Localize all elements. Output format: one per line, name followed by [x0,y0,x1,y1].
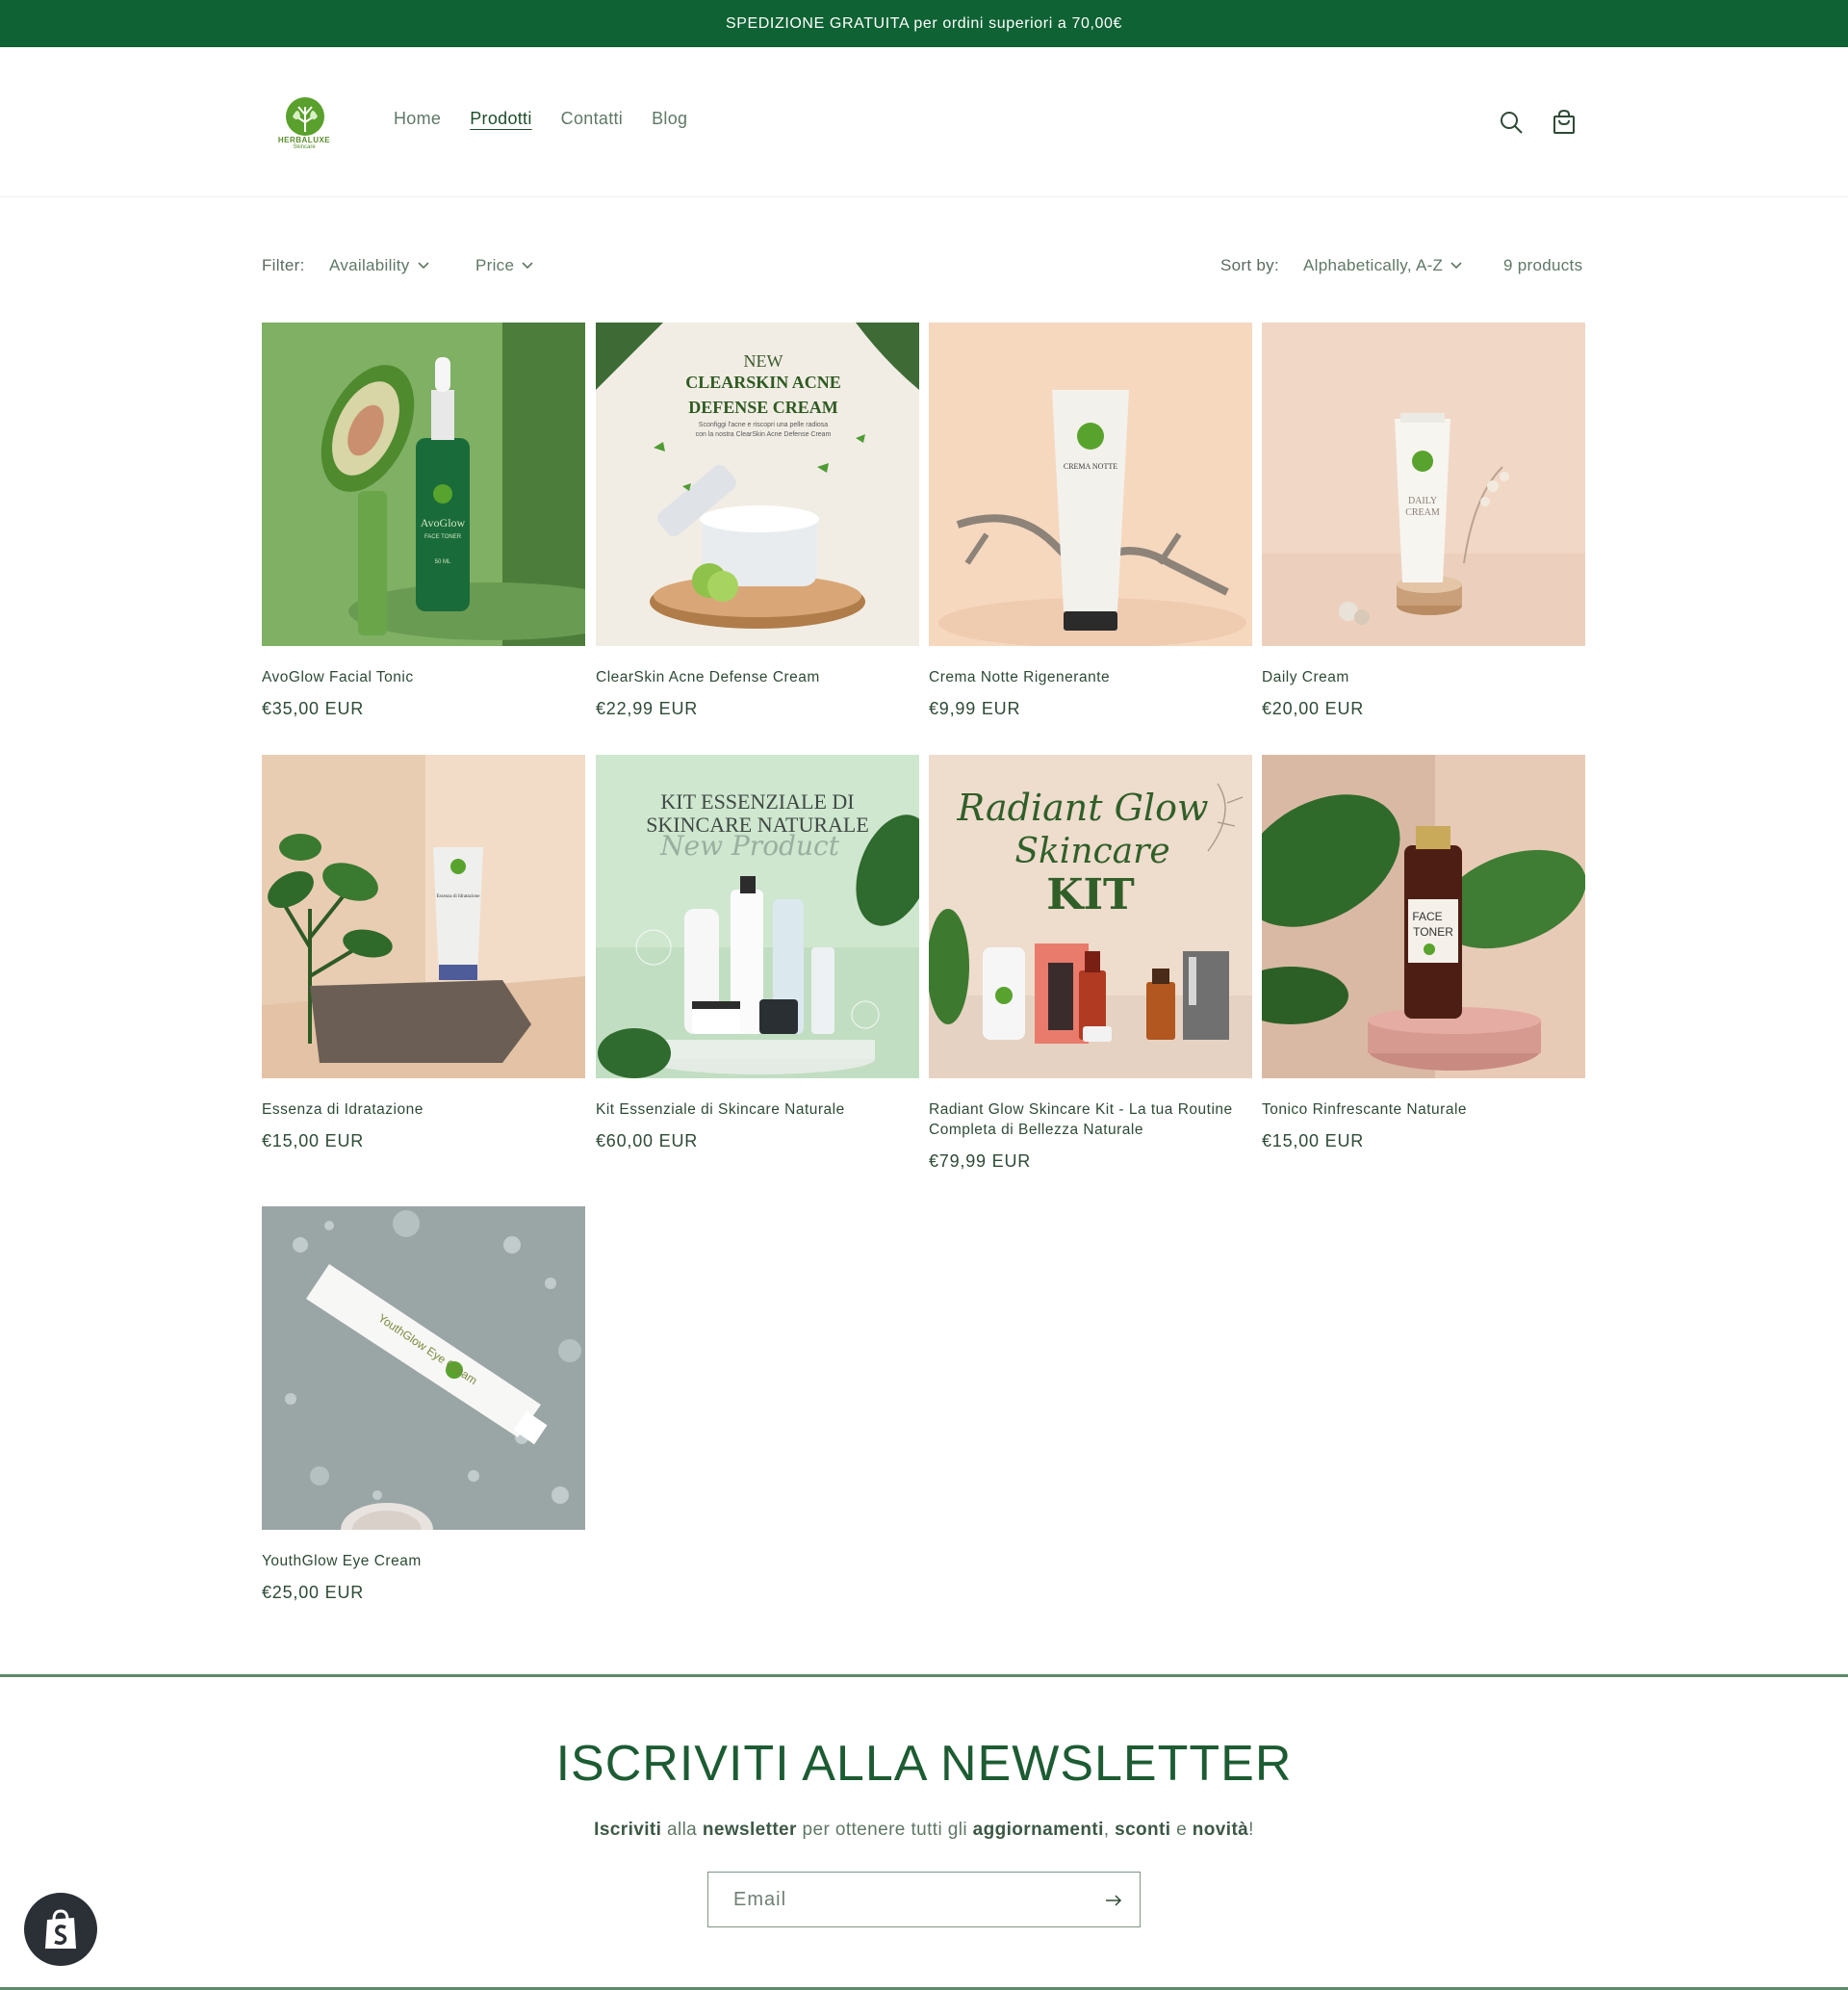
product-price: €22,99 EUR [596,699,699,718]
svg-text:TONER: TONER [1413,925,1453,939]
logo-subtext: Skincare [293,144,316,150]
svg-text:KIT ESSENZIALE DI: KIT ESSENZIALE DI [660,789,854,814]
svg-text:Essenza di Idratazione: Essenza di Idratazione [437,894,481,899]
product-card[interactable]: DAILY CREAM Daily Cream €20,00 EUR [1262,323,1585,719]
shop-app-button[interactable] [24,1893,97,1966]
product-title[interactable]: Radiant Glow Skincare Kit - La tua Routi… [929,1099,1252,1140]
cart-icon [1553,109,1575,134]
svg-text:50 ML: 50 ML [435,559,451,565]
product-price: €25,00 EUR [262,1583,365,1602]
email-input[interactable] [708,1873,1084,1926]
filter-label: Filter: [262,256,305,274]
product-price: €79,99 EUR [929,1151,1032,1171]
site-header: HERBALUXE Skincare Home Prodotti Contatt… [0,47,1848,197]
product-price: €9,99 EUR [929,699,1021,718]
announcement-text: SPEDIZIONE GRATUITA per ordini superiori… [725,14,1123,32]
product-price: €20,00 EUR [1262,699,1365,718]
product-price: €60,00 EUR [596,1131,699,1150]
newsletter-title: ISCRIVITI ALLA NEWSLETTER [555,1736,1293,1792]
chevron-down-icon [1450,262,1462,270]
nav-prodotti[interactable]: Prodotti [470,109,531,129]
svg-text:CREMA NOTTE: CREMA NOTTE [1064,462,1117,471]
product-card[interactable]: AvoGlow FACE TONER 50 ML AvoGlow Facial … [262,323,585,719]
product-image[interactable]: KIT ESSENZIALE DI SKINCARE NATURALE New … [596,755,919,1078]
image-label: AvoGlow [421,516,466,530]
product-card[interactable]: YouthGlow Eye Cream YouthGlow Eye Cream … [262,1206,585,1603]
product-image[interactable]: Essenza di Idratazione [262,755,585,1078]
newsletter-form [707,1872,1141,1927]
product-image[interactable]: Radiant Glow Skincare KIT [929,755,1252,1078]
svg-text:NEW: NEW [744,351,783,371]
svg-text:New Product: New Product [659,830,840,862]
svg-text:DAILY: DAILY [1408,496,1437,506]
announcement-bar: SPEDIZIONE GRATUITA per ordini superiori… [0,0,1848,47]
product-card[interactable]: NEW CLEARSKIN ACNE DEFENSE CREAM Sconfig… [596,323,919,719]
product-image[interactable]: AvoGlow FACE TONER 50 ML [262,323,585,646]
cart-button[interactable] [1548,106,1580,139]
product-card[interactable]: Radiant Glow Skincare KIT Radiant Glow S… [929,755,1252,1172]
svg-text:FACE: FACE [1412,910,1442,923]
nav-contatti[interactable]: Contatti [561,109,623,129]
sort-select[interactable]: Alphabetically, A-Z [1303,256,1462,275]
chevron-down-icon [522,262,533,270]
sort-label: Sort by: [1220,256,1279,274]
product-count: 9 products [1503,256,1583,274]
product-card[interactable]: FACE TONER Tonico Rinfrescante Naturale … [1262,755,1585,1151]
product-title[interactable]: Kit Essenziale di Skincare Naturale [596,1099,919,1120]
shopping-bag-icon [45,1909,76,1949]
svg-text:Radiant Glow: Radiant Glow [956,787,1208,829]
nav-blog[interactable]: Blog [652,109,687,129]
search-button[interactable] [1495,106,1527,139]
product-title[interactable]: Tonico Rinfrescante Naturale [1262,1099,1585,1120]
main-nav: Home Prodotti Contatti Blog [394,109,687,129]
product-title[interactable]: ClearSkin Acne Defense Cream [596,667,919,687]
product-image[interactable]: YouthGlow Eye Cream [262,1206,585,1530]
product-card[interactable]: CREMA NOTTE Crema Notte Rigenerante €9,9… [929,323,1252,719]
product-image[interactable]: FACE TONER [1262,755,1585,1078]
svg-text:Sconfiggi l'acne e riscopri un: Sconfiggi l'acne e riscopri una pelle ra… [699,422,829,428]
product-image[interactable]: DAILY CREAM [1262,323,1585,646]
product-title[interactable]: Daily Cream [1262,667,1585,687]
price-filter[interactable]: Price [475,256,533,275]
product-title[interactable]: Essenza di Idratazione [262,1099,585,1120]
svg-text:KIT: KIT [1046,870,1135,919]
product-price: €35,00 EUR [262,699,365,718]
product-price: €15,00 EUR [1262,1131,1365,1150]
product-title[interactable]: YouthGlow Eye Cream [262,1551,585,1571]
nav-home[interactable]: Home [394,109,441,129]
product-title[interactable]: Crema Notte Rigenerante [929,667,1252,687]
product-card[interactable]: KIT ESSENZIALE DI SKINCARE NATURALE New … [596,755,919,1151]
product-image[interactable]: CREMA NOTTE [929,323,1252,646]
svg-text:FACE TONER: FACE TONER [424,534,462,540]
facets-bar: Filter: Availability Price Sort by: Alph… [262,256,1586,277]
newsletter-subtitle: Iscriviti alla newsletter per ottenere t… [594,1820,1254,1840]
product-title[interactable]: AvoGlow Facial Tonic [262,667,585,687]
svg-text:CLEARSKIN ACNE: CLEARSKIN ACNE [685,373,841,392]
svg-text:Skincare: Skincare [1014,832,1169,871]
svg-text:CREAM: CREAM [1405,507,1440,518]
logo-text: HERBALUXE [277,136,331,144]
subscribe-button[interactable] [1099,1886,1128,1915]
svg-text:con la nostra ClearSkin Acne D: con la nostra ClearSkin Acne Defense Cre… [696,431,832,438]
chevron-down-icon [418,262,429,270]
search-icon [1501,112,1523,134]
product-price: €15,00 EUR [262,1131,365,1150]
availability-filter[interactable]: Availability [329,256,429,275]
svg-text:DEFENSE CREAM: DEFENSE CREAM [688,398,838,417]
arrow-right-icon [1106,1895,1122,1906]
newsletter-section: ISCRIVITI ALLA NEWSLETTER Iscriviti alla… [0,1674,1848,1990]
product-image[interactable]: NEW CLEARSKIN ACNE DEFENSE CREAM Sconfig… [596,323,919,646]
product-card[interactable]: Essenza di Idratazione Essenza di Idrata… [262,755,585,1151]
